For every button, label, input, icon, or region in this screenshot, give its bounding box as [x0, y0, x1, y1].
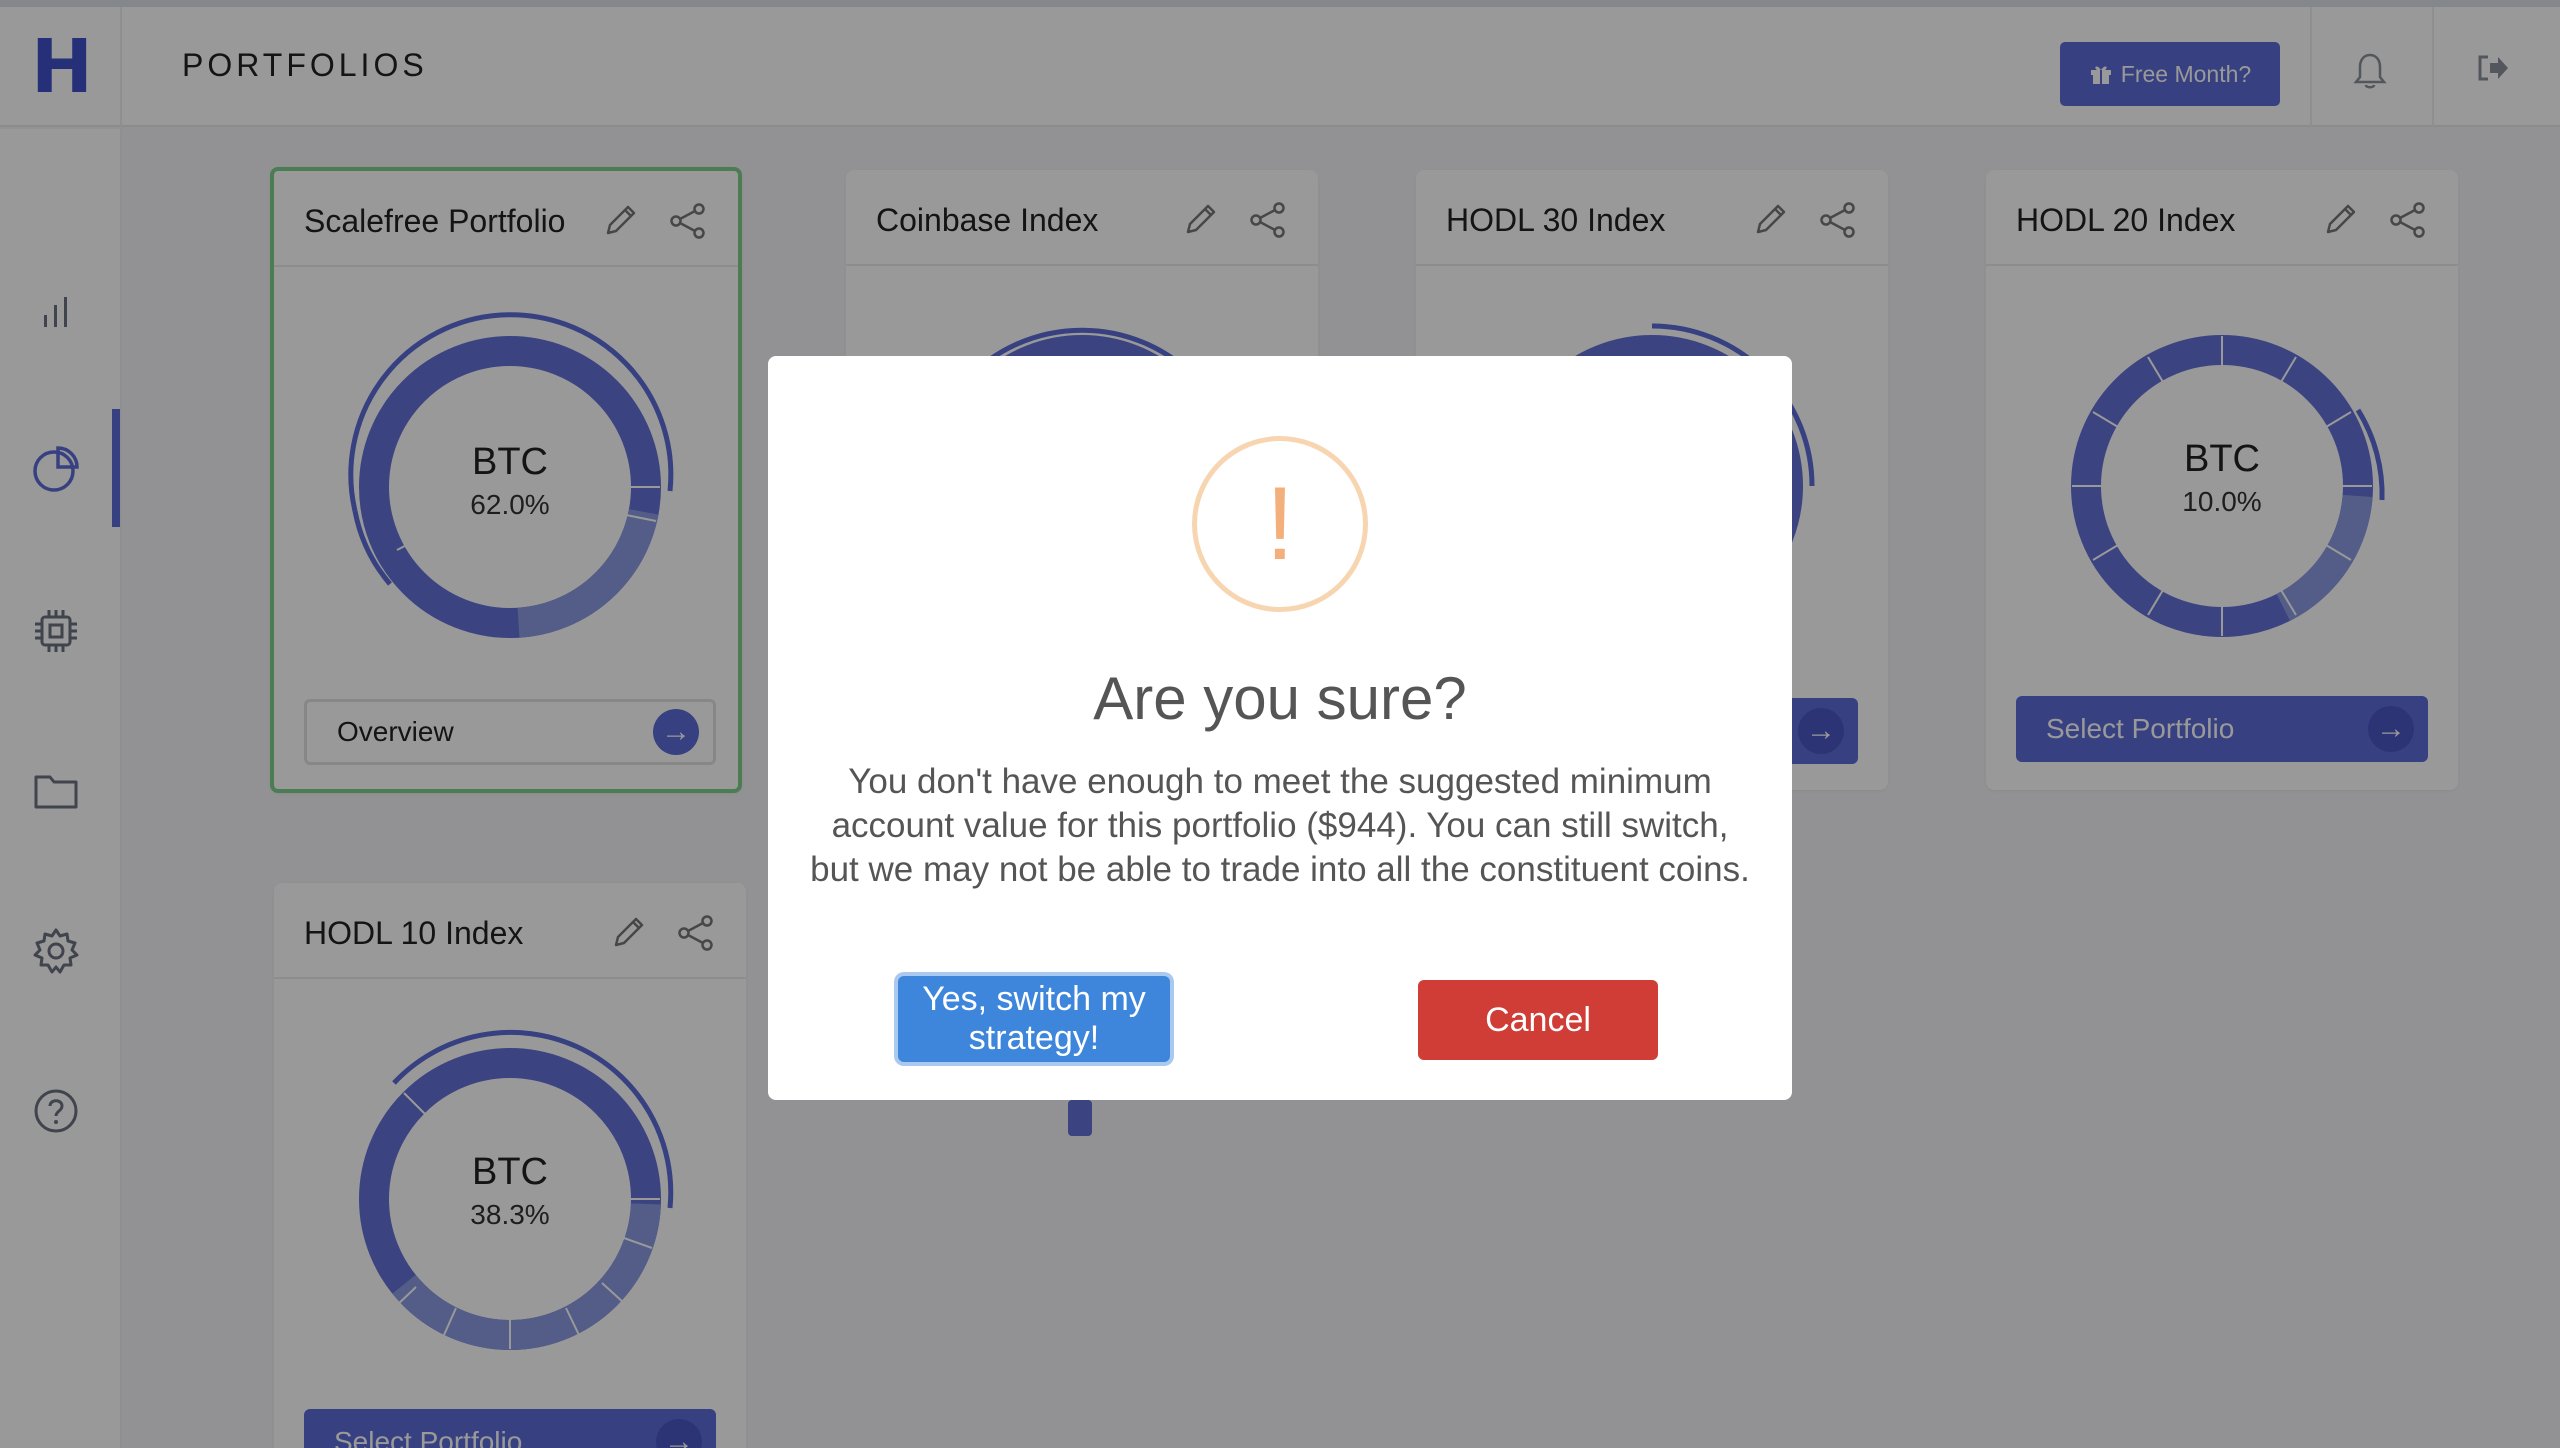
- warning-mark: !: [1265, 466, 1295, 582]
- warning-icon: !: [1192, 436, 1368, 612]
- dialog-title: Are you sure?: [1093, 665, 1467, 732]
- cancel-button[interactable]: Cancel: [1418, 980, 1658, 1060]
- confirm-switch-button[interactable]: Yes, switch my strategy!: [898, 976, 1170, 1062]
- dialog-message: You don't have enough to meet the sugges…: [810, 762, 1750, 889]
- confirm-dialog: ! Are you sure? You don't have enough to…: [768, 356, 1792, 1100]
